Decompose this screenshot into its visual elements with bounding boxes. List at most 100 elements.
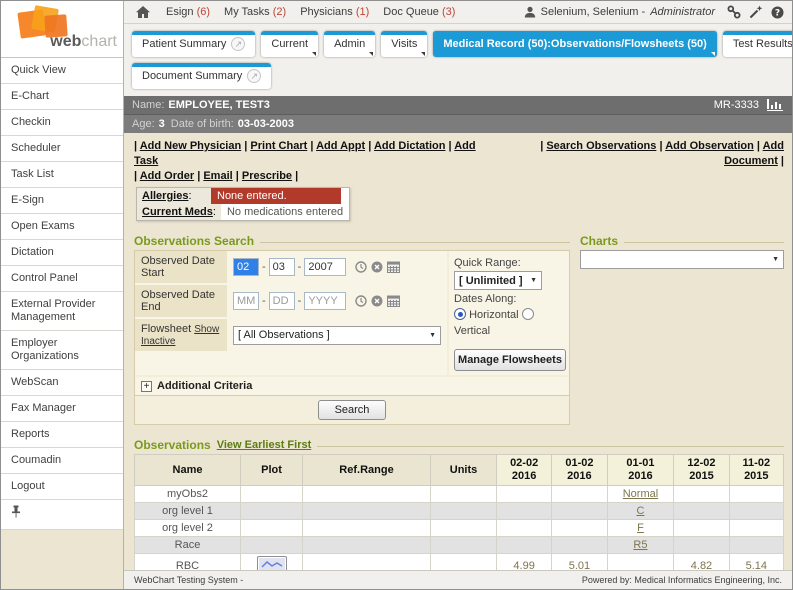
search-options-column: Quick Range: [ Unlimited ] ▼ Dates Along… — [447, 251, 569, 375]
sidebar-item-checkin[interactable]: Checkin — [1, 110, 123, 136]
start-month-input[interactable] — [233, 258, 259, 276]
end-month-input[interactable] — [233, 292, 259, 310]
observation-value-cell — [552, 520, 607, 537]
observation-value-cell — [729, 520, 783, 537]
sidebar-item-logout[interactable]: Logout — [1, 474, 123, 500]
quick-range-select[interactable]: [ Unlimited ] ▼ — [454, 271, 542, 290]
tab-document-summary[interactable]: Document Summary↗ — [132, 63, 271, 89]
sidebar-item-webscan[interactable]: WebScan — [1, 370, 123, 396]
tab-current[interactable]: Current — [261, 31, 318, 57]
flowsheet-select[interactable]: [ All Observations ] ▼ — [233, 326, 441, 345]
action-link-add-order[interactable]: Add Order — [140, 170, 194, 182]
main-area: Esign (6) My Tasks (2) Physicians (1) Doc Q… — [124, 1, 792, 589]
sidebar-item-fax-manager[interactable]: Fax Manager — [1, 396, 123, 422]
clear-date-icon[interactable] — [371, 261, 383, 273]
patient-dob-label: Date of birth: — [171, 118, 234, 130]
sidebar-item-dictation[interactable]: Dictation — [1, 240, 123, 266]
observation-value-link[interactable]: 5.01 — [569, 560, 590, 571]
calendar-icon[interactable] — [387, 295, 400, 307]
radio-vertical[interactable] — [522, 308, 534, 320]
wand-icon[interactable] — [749, 5, 763, 19]
plot-button[interactable] — [257, 556, 287, 570]
observation-value-cell — [729, 486, 783, 503]
allergies-link[interactable]: Allergies — [142, 190, 188, 202]
tab-admin[interactable]: Admin — [324, 31, 375, 57]
sidebar-item-coumadin[interactable]: Coumadin — [1, 448, 123, 474]
topbar-menu-esign[interactable]: Esign (6) — [166, 6, 210, 18]
time-picker-icon[interactable] — [355, 295, 367, 307]
topbar-menu-physicians[interactable]: Physicians (1) — [300, 6, 369, 18]
column-header-date: 12-02 2015 — [674, 455, 729, 486]
observation-value-link[interactable]: 4.99 — [513, 560, 534, 571]
tab-visits[interactable]: Visits — [381, 31, 427, 57]
sidebar-item-external-provider-management[interactable]: External Provider Management — [1, 292, 123, 331]
search-button[interactable]: Search — [318, 400, 387, 420]
current-meds-row: Current Meds: No medications entered — [137, 204, 349, 220]
sidebar-item-task-list[interactable]: Task List — [1, 162, 123, 188]
tab-medical-record-50-observations-flowsheets-50[interactable]: Medical Record (50):Observations/Flowshe… — [433, 31, 716, 57]
date-separator: - — [298, 261, 302, 273]
start-day-input[interactable] — [269, 258, 295, 276]
tab-test-results[interactable]: Test Results — [723, 31, 793, 57]
observation-value-link[interactable]: Normal — [623, 488, 658, 500]
observation-value-link[interactable]: 5.14 — [746, 560, 767, 571]
tab-patient-summary[interactable]: Patient Summary↗ — [132, 31, 255, 57]
dates-along-label: Dates Along: — [454, 293, 564, 305]
sidebar-item-scheduler[interactable]: Scheduler — [1, 136, 123, 162]
view-earliest-first-link[interactable]: View Earliest First — [217, 439, 312, 451]
start-year-input[interactable] — [304, 258, 346, 276]
charts-section: Charts ▼ — [580, 234, 784, 269]
flowsheet-row: Flowsheet Show Inactive [ All Observatio… — [135, 319, 447, 351]
sidebar-item-control-panel[interactable]: Control Panel — [1, 266, 123, 292]
observation-value-cell: 5.01 — [552, 554, 607, 571]
observation-value-cell — [497, 486, 552, 503]
observation-refrange — [303, 537, 431, 554]
action-link-add-observation[interactable]: Add Observation — [665, 140, 754, 152]
observation-name: myObs2 — [135, 486, 241, 503]
topbar-menu-my-tasks[interactable]: My Tasks (2) — [224, 6, 286, 18]
popout-icon[interactable]: ↗ — [247, 69, 261, 83]
action-link-print-chart[interactable]: Print Chart — [250, 140, 307, 152]
observation-value-link[interactable]: R5 — [633, 539, 647, 551]
time-picker-icon[interactable] — [355, 261, 367, 273]
topbar-menu-doc-queue[interactable]: Doc Queue (3) — [383, 6, 455, 18]
observation-refrange — [303, 503, 431, 520]
calendar-icon[interactable] — [387, 261, 400, 273]
sidebar-pin-button[interactable] — [1, 500, 123, 530]
sidebar-item-quick-view[interactable]: Quick View — [1, 58, 123, 84]
user-menu[interactable]: Selenium, Selenium - Administrator — [524, 6, 715, 18]
charts-select[interactable]: ▼ — [580, 250, 784, 269]
popout-icon[interactable]: ↗ — [231, 37, 245, 51]
action-link-add-appt[interactable]: Add Appt — [316, 140, 365, 152]
table-row-org-level-1: org level 1C — [135, 503, 784, 520]
radio-horizontal[interactable] — [454, 308, 466, 320]
tab-label: Medical Record (50):Observations/Flowshe… — [443, 38, 706, 50]
action-link-email[interactable]: Email — [203, 170, 232, 182]
action-link-search-observations[interactable]: Search Observations — [546, 140, 656, 152]
action-link-add-new-physician[interactable]: Add New Physician — [140, 140, 241, 152]
current-meds-link[interactable]: Current Meds — [142, 206, 213, 218]
observation-value-link[interactable]: 4.82 — [691, 560, 712, 571]
sidebar-item-reports[interactable]: Reports — [1, 422, 123, 448]
sidebar-item-e-chart[interactable]: E-Chart — [1, 84, 123, 110]
expand-plus-icon[interactable]: + — [141, 381, 152, 392]
observation-value-link[interactable]: C — [636, 505, 644, 517]
chart-stats-icon[interactable] — [767, 99, 784, 111]
help-icon[interactable]: ? — [771, 6, 784, 19]
link-icon[interactable] — [727, 5, 741, 19]
webchart-logo[interactable]: webchart — [1, 1, 123, 58]
column-header-units: Units — [431, 455, 497, 486]
home-icon[interactable] — [136, 6, 150, 18]
end-day-input[interactable] — [269, 292, 295, 310]
action-link-add-dictation[interactable]: Add Dictation — [374, 140, 446, 152]
end-year-input[interactable] — [304, 292, 346, 310]
sidebar-item-e-sign[interactable]: E-Sign — [1, 188, 123, 214]
sidebar-item-employer-organizations[interactable]: Employer Organizations — [1, 331, 123, 370]
menu-count: (2) — [273, 6, 286, 18]
action-link-prescribe[interactable]: Prescribe — [242, 170, 292, 182]
sidebar-item-open-exams[interactable]: Open Exams — [1, 214, 123, 240]
observation-value-link[interactable]: F — [637, 522, 644, 534]
manage-flowsheets-button[interactable]: Manage Flowsheets — [454, 349, 566, 371]
clear-date-icon[interactable] — [371, 295, 383, 307]
pipe-separator: | — [365, 140, 374, 152]
